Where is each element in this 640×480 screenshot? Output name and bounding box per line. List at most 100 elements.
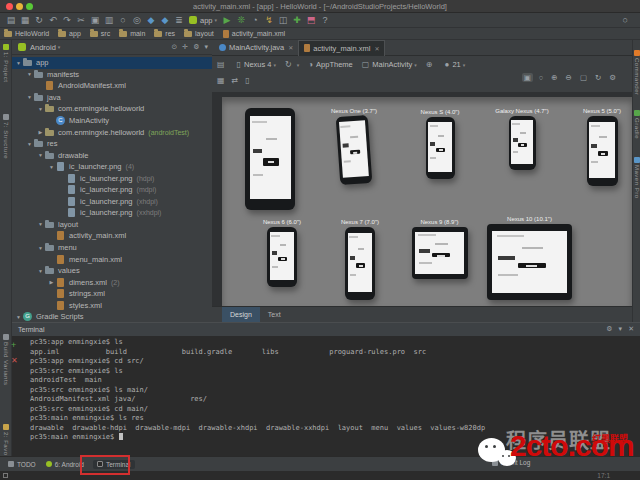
terminal-settings-icon[interactable]: ⚙	[606, 325, 612, 333]
hide-icon[interactable]: ▾	[204, 43, 208, 51]
breadcrumb-item[interactable]: HelloWorld	[4, 30, 49, 37]
device-preview-nexus-10[interactable]: Nexus 10 (10.1")	[477, 216, 582, 300]
replace-icon[interactable]: ◎	[130, 15, 144, 25]
sync-icon[interactable]: ↻	[32, 15, 46, 25]
plus-icon[interactable]: +	[11, 340, 16, 350]
zoom-out-icon[interactable]: ⊖	[564, 73, 574, 82]
search-icon[interactable]: ○	[623, 15, 628, 25]
device-preview-nexus-one[interactable]: Nexus One (3.7")	[330, 108, 378, 184]
tree-item-dimens-xml[interactable]: ▶dimens.xml(2)	[12, 276, 212, 288]
breadcrumb-item[interactable]: app	[58, 30, 81, 37]
todo-button[interactable]: TODO	[8, 461, 36, 468]
device-preview-galaxy-nexus[interactable]: Galaxy Nexus (4.7")	[494, 108, 550, 170]
locate-icon[interactable]: ⊙	[171, 43, 177, 51]
tree-item-drawable[interactable]: ▼drawable	[12, 149, 212, 161]
forward-icon[interactable]: ◆	[158, 15, 172, 25]
api-level-selector[interactable]: ●21▾	[445, 60, 466, 69]
tree-item-ic-launcher-png[interactable]: ic_launcher.png(mdpi)	[12, 184, 212, 196]
breadcrumb-item[interactable]: layout	[184, 30, 214, 37]
cut-icon[interactable]: ✂	[74, 15, 88, 25]
render-settings-icon[interactable]: ⚙	[607, 73, 618, 82]
tree-item-com-enmingxie-helloworld[interactable]: ▼com.enmingxie.helloworld	[12, 103, 212, 115]
redo-icon[interactable]: ↷	[60, 15, 74, 25]
tree-item-ic-launcher-png[interactable]: ▼ic_launcher.png(4)	[12, 161, 212, 173]
run-configuration-selector[interactable]: app▾	[189, 16, 217, 25]
close-window-button[interactable]	[6, 3, 13, 10]
run-icon[interactable]: ▶	[220, 15, 234, 25]
find-icon[interactable]: ○	[116, 15, 130, 25]
terminal-header[interactable]: Terminal	[12, 323, 640, 336]
terminal-output[interactable]: pc35:app enmingxie$ lsapp.iml build buil…	[30, 338, 485, 443]
tree-item-androidmanifest-xml[interactable]: AndroidManifest.xml	[12, 80, 212, 92]
sdk-manager-icon[interactable]: ⬒	[304, 15, 318, 25]
device-preview-nexus-5[interactable]: Nexus 5 (5.0")	[574, 108, 630, 186]
zoom-actual-icon[interactable]: ○	[537, 73, 546, 82]
breadcrumb-item[interactable]: activity_main.xml	[223, 30, 285, 38]
tree-item-ic-launcher-png[interactable]: ic_launcher.png(xxhdpi)	[12, 207, 212, 219]
minimize-window-button[interactable]	[16, 3, 23, 10]
tree-item-manifests[interactable]: ▼manifests	[12, 69, 212, 81]
tree-item-java[interactable]: ▼java	[12, 92, 212, 104]
tree-item-mainactivity[interactable]: MainActivity	[12, 115, 212, 127]
tool-strip-tab[interactable]: 1: Project	[0, 42, 12, 82]
tree-item-res[interactable]: ▼res	[12, 138, 212, 150]
tool-strip-tab[interactable]: Commander	[633, 48, 640, 96]
mode-tab-text[interactable]: Text	[260, 307, 289, 323]
tree-item-gradle-scripts[interactable]: ▼Gradle Scripts	[12, 311, 212, 323]
attach-icon[interactable]: ↯	[262, 15, 276, 25]
undo-icon[interactable]: ↶	[46, 15, 60, 25]
breadcrumb-item[interactable]: src	[90, 30, 110, 37]
toolwindow-toggle-icon[interactable]	[3, 473, 8, 478]
activity-selector[interactable]: ▢MainActivity▾	[362, 60, 417, 69]
mode-tab-design[interactable]: Design	[222, 307, 260, 323]
device-frame-icon[interactable]: ▯	[245, 76, 249, 85]
frame-icon[interactable]: ▢	[578, 73, 589, 82]
breadcrumb-item[interactable]: main	[119, 30, 145, 37]
device-preview-nexus-7[interactable]: Nexus 7 (7.0")	[330, 219, 390, 300]
back-icon[interactable]: ◆	[144, 15, 158, 25]
recent-icon[interactable]: ≣	[172, 15, 186, 25]
open-icon[interactable]: ▤	[4, 15, 18, 25]
device-preview-nexus-6[interactable]: Nexus 6 (6.0")	[252, 219, 312, 287]
close-icon[interactable]: ✕	[11, 356, 18, 365]
help-icon[interactable]: ?	[318, 15, 332, 25]
android-button[interactable]: 6: Android	[46, 461, 84, 468]
tree-item-activity-main-xml[interactable]: activity_main.xml	[12, 230, 212, 242]
tree-item-ic-launcher-png[interactable]: ic_launcher.png(xhdpi)	[12, 196, 212, 208]
copy-icon[interactable]: ▣	[88, 15, 102, 25]
device-preview-nexus-s[interactable]: Nexus S (4.0")	[412, 109, 468, 179]
refresh-icon[interactable]: ↻	[593, 73, 603, 82]
tool-strip-tab[interactable]: 7: Structure	[0, 112, 12, 159]
locale-selector[interactable]: ⊕	[426, 60, 436, 69]
terminal-close-icon[interactable]: ✕	[628, 325, 634, 333]
device-selector[interactable]: ▯Nexus 4▾	[237, 60, 276, 69]
tree-item-menu-main-xml[interactable]: menu_main.xml	[12, 253, 212, 265]
sync-project-icon[interactable]: ✚	[290, 15, 304, 25]
configuration-icon[interactable]: ▤	[217, 60, 228, 69]
swap-orientation-icon[interactable]: ⇄	[232, 76, 239, 85]
terminal-minimize-icon[interactable]: ▾	[619, 325, 623, 333]
zoom-fit-icon[interactable]: ▣	[522, 73, 533, 82]
tool-strip-tab[interactable]: Gradle	[633, 108, 640, 139]
collapse-all-icon[interactable]: ✛	[182, 43, 188, 51]
orientation-selector[interactable]: ↻▾	[285, 60, 299, 69]
settings-icon[interactable]: ⚙	[193, 43, 199, 51]
device-preview[interactable]	[242, 108, 298, 210]
coverage-icon[interactable]: ◔	[248, 15, 262, 25]
tree-item-styles-xml[interactable]: styles.xml	[12, 299, 212, 311]
tree-item-app[interactable]: ▼app	[12, 57, 212, 69]
breadcrumb-item[interactable]: res	[154, 30, 175, 37]
tree-item-ic-launcher-png[interactable]: ic_launcher.png(hdpi)	[12, 172, 212, 184]
avd-manager-icon[interactable]: ◫	[276, 15, 290, 25]
paste-icon[interactable]: ▥	[102, 15, 116, 25]
save-all-icon[interactable]: ▦	[18, 15, 32, 25]
tree-item-values[interactable]: ▼values	[12, 265, 212, 277]
tree-item-com-enmingxie-helloworld[interactable]: ▶com.enmingxie.helloworld(androidTest)	[12, 126, 212, 138]
tree-item-menu[interactable]: ▼menu	[12, 242, 212, 254]
tree-item-strings-xml[interactable]: strings.xml	[12, 288, 212, 300]
device-preview-nexus-9[interactable]: Nexus 9 (8.9")	[402, 219, 477, 279]
maximize-window-button[interactable]	[26, 3, 33, 10]
tree-item-layout[interactable]: ▼layout	[12, 219, 212, 231]
tool-strip-tab[interactable]: Maven Pro	[633, 155, 640, 199]
editor-tab-activity-main-xml[interactable]: activity_main.xml✕	[298, 40, 385, 56]
